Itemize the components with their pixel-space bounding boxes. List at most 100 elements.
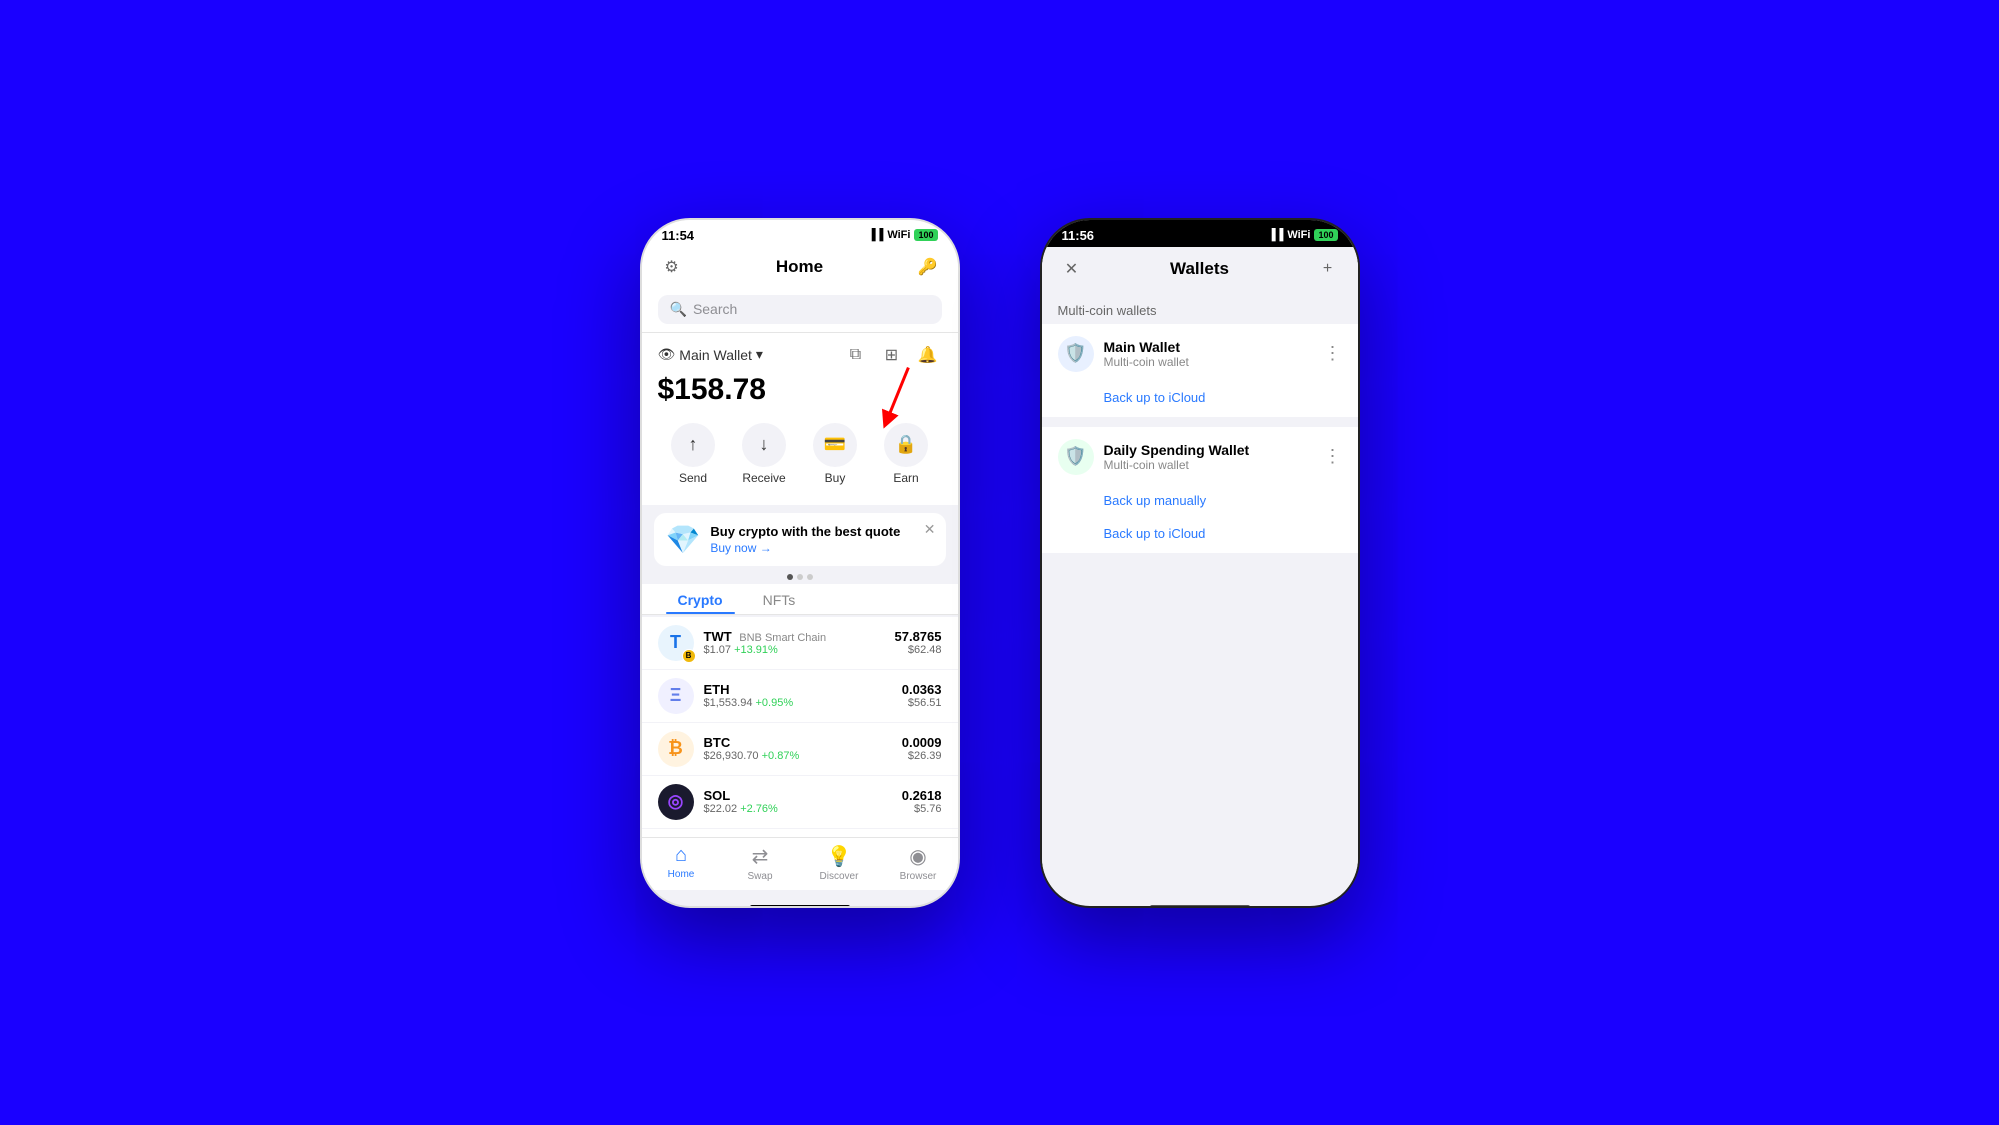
dropdown-icon[interactable]: ▾: [756, 346, 763, 363]
copy-button[interactable]: ⧉: [842, 341, 870, 369]
daily-wallet-info: Daily Spending Wallet Multi-coin wallet: [1104, 442, 1314, 472]
wallet-section: 👁 Main Wallet ▾ ⧉ ⊞ 🔔 $158.78 ↑ Se: [642, 333, 958, 505]
btc-values: 0.0009 $26.39: [902, 735, 942, 762]
btc-info: BTC $26,930.70 +0.87%: [704, 735, 892, 762]
tab-crypto[interactable]: Crypto: [658, 584, 743, 614]
daily-wallet-icloud-link[interactable]: Back up to iCloud: [1042, 520, 1358, 553]
signal-icon: ▐▐: [868, 229, 884, 241]
daily-wallet-manual-link[interactable]: Back up manually: [1042, 487, 1358, 520]
wallet-actions-row: ⧉ ⊞ 🔔: [842, 341, 942, 369]
chain-badge: B: [682, 649, 696, 663]
send-label: Send: [679, 471, 707, 485]
sol-usd: $5.76: [902, 803, 942, 815]
multi-coin-label: Multi-coin wallets: [1042, 291, 1358, 324]
time-left: 11:54: [662, 228, 695, 243]
search-input[interactable]: 🔍 Search: [658, 295, 942, 324]
search-icon: 🔍: [670, 301, 687, 318]
action-buttons: ↑ Send ↓ Receive 💳 Buy 🔒 Earn: [658, 415, 942, 493]
main-wallet-header: 🛡️ Main Wallet Multi-coin wallet ⋮: [1042, 324, 1358, 384]
home-indicator-left: [750, 905, 850, 908]
key-button[interactable]: 🔑: [913, 253, 941, 281]
earn-button[interactable]: 🔒 Earn: [884, 423, 928, 485]
sol-amount: 0.2618: [902, 788, 942, 803]
receive-icon-circle: ↓: [742, 423, 786, 467]
battery-badge-left: 100: [914, 229, 937, 241]
banner-text: Buy crypto with the best quote Buy now →: [710, 524, 933, 555]
home-nav-label: Home: [668, 869, 695, 880]
sol-name: SOL: [704, 788, 892, 803]
twt-name: TWT BNB Smart Chain: [704, 629, 885, 644]
eth-logo: Ξ: [658, 678, 694, 714]
home-header: ⚙ Home 🔑: [642, 247, 958, 289]
sol-values: 0.2618 $5.76: [902, 788, 942, 815]
eth-usd: $56.51: [902, 697, 942, 709]
dot-3: [807, 574, 813, 580]
btc-amount: 0.0009: [902, 735, 942, 750]
battery-badge-right: 100: [1314, 229, 1337, 241]
btc-price: $26,930.70 +0.87%: [704, 750, 892, 762]
main-wallet-shield: 🛡️: [1058, 336, 1094, 372]
status-bar-right: 11:56 ▐▐ WiFi 100: [1042, 220, 1358, 247]
phone-left: 11:54 ▐▐ WiFi 100 ⚙ Home 🔑 🔍 Search: [640, 218, 960, 908]
banner-title: Buy crypto with the best quote: [710, 524, 933, 539]
wallet-name-label[interactable]: Main Wallet: [679, 347, 752, 363]
twt-values: 57.8765 $62.48: [895, 629, 942, 656]
discover-nav-label: Discover: [820, 871, 859, 882]
phones-container: 11:54 ▐▐ WiFi 100 ⚙ Home 🔑 🔍 Search: [640, 218, 1360, 908]
wallets-title: Wallets: [1170, 259, 1229, 279]
add-wallet-button[interactable]: +: [1313, 255, 1341, 283]
buy-icon-circle: 💳: [813, 423, 857, 467]
tab-nfts[interactable]: NFTs: [743, 584, 816, 614]
close-button[interactable]: ✕: [1058, 255, 1086, 283]
nav-browser[interactable]: ◉ Browser: [879, 844, 958, 882]
list-item[interactable]: ◎ SOL $22.02 +2.76% 0.2618 $5.76: [642, 776, 958, 829]
status-bar-left: 11:54 ▐▐ WiFi 100: [642, 220, 958, 247]
discover-nav-icon: 💡: [827, 844, 852, 869]
qr-button[interactable]: ⊞: [878, 341, 906, 369]
browser-nav-label: Browser: [900, 871, 937, 882]
send-button[interactable]: ↑ Send: [671, 423, 715, 485]
eth-price: $1,553.94 +0.95%: [704, 697, 892, 709]
buy-now-link[interactable]: Buy now →: [710, 541, 933, 555]
bell-button[interactable]: 🔔: [914, 341, 942, 369]
btc-logo: ₿: [658, 731, 694, 767]
receive-button[interactable]: ↓ Receive: [742, 423, 786, 485]
banner-icon: 💎: [666, 523, 701, 556]
swap-nav-icon: ⇄: [752, 844, 769, 869]
browser-nav-icon: ◉: [909, 844, 926, 869]
signal-icon-right: ▐▐: [1268, 229, 1284, 241]
promo-banner: 💎 Buy crypto with the best quote Buy now…: [654, 513, 946, 566]
nav-discover[interactable]: 💡 Discover: [800, 844, 879, 882]
main-wallet-info: Main Wallet Multi-coin wallet: [1104, 339, 1314, 369]
main-wallet-icloud-link[interactable]: Back up to iCloud: [1042, 384, 1358, 417]
wallet-name-row: 👁 Main Wallet ▾: [658, 346, 763, 363]
list-item[interactable]: Ξ ETH $1,553.94 +0.95% 0.0363 $56.51: [642, 670, 958, 723]
eth-values: 0.0363 $56.51: [902, 682, 942, 709]
nav-swap[interactable]: ⇄ Swap: [721, 844, 800, 882]
wallets-header: ✕ Wallets +: [1042, 247, 1358, 291]
buy-label: Buy: [825, 471, 846, 485]
banner-close-button[interactable]: ✕: [924, 521, 936, 538]
twt-chain: BNB Smart Chain: [739, 632, 826, 644]
btc-name: BTC: [704, 735, 892, 750]
search-bar: 🔍 Search: [642, 289, 958, 333]
sol-price: $22.02 +2.76%: [704, 803, 892, 815]
twt-amount: 57.8765: [895, 629, 942, 644]
receive-label: Receive: [742, 471, 785, 485]
screen-left: ⚙ Home 🔑 🔍 Search 👁 Main Wallet ▾: [642, 247, 958, 901]
main-wallet-menu[interactable]: ⋮: [1324, 343, 1342, 364]
screen-right: ✕ Wallets + Multi-coin wallets 🛡️ Main W…: [1042, 247, 1358, 901]
main-wallet-sub: Multi-coin wallet: [1104, 355, 1314, 369]
settings-button[interactable]: ⚙: [658, 253, 686, 281]
sol-info: SOL $22.02 +2.76%: [704, 788, 892, 815]
send-icon-circle: ↑: [671, 423, 715, 467]
nav-home[interactable]: ⌂ Home: [642, 844, 721, 882]
wallet-amount: $158.78: [658, 373, 942, 407]
list-item[interactable]: T B TWT BNB Smart Chain $1.07 +13.91%: [642, 617, 958, 670]
list-item[interactable]: ₿ BTC $26,930.70 +0.87% 0.0009 $26.39: [642, 723, 958, 776]
earn-label: Earn: [893, 471, 918, 485]
daily-wallet-menu[interactable]: ⋮: [1324, 446, 1342, 467]
status-icons-right: ▐▐ WiFi 100: [1268, 229, 1338, 241]
time-right: 11:56: [1062, 228, 1095, 243]
buy-button[interactable]: 💳 Buy: [813, 423, 857, 485]
